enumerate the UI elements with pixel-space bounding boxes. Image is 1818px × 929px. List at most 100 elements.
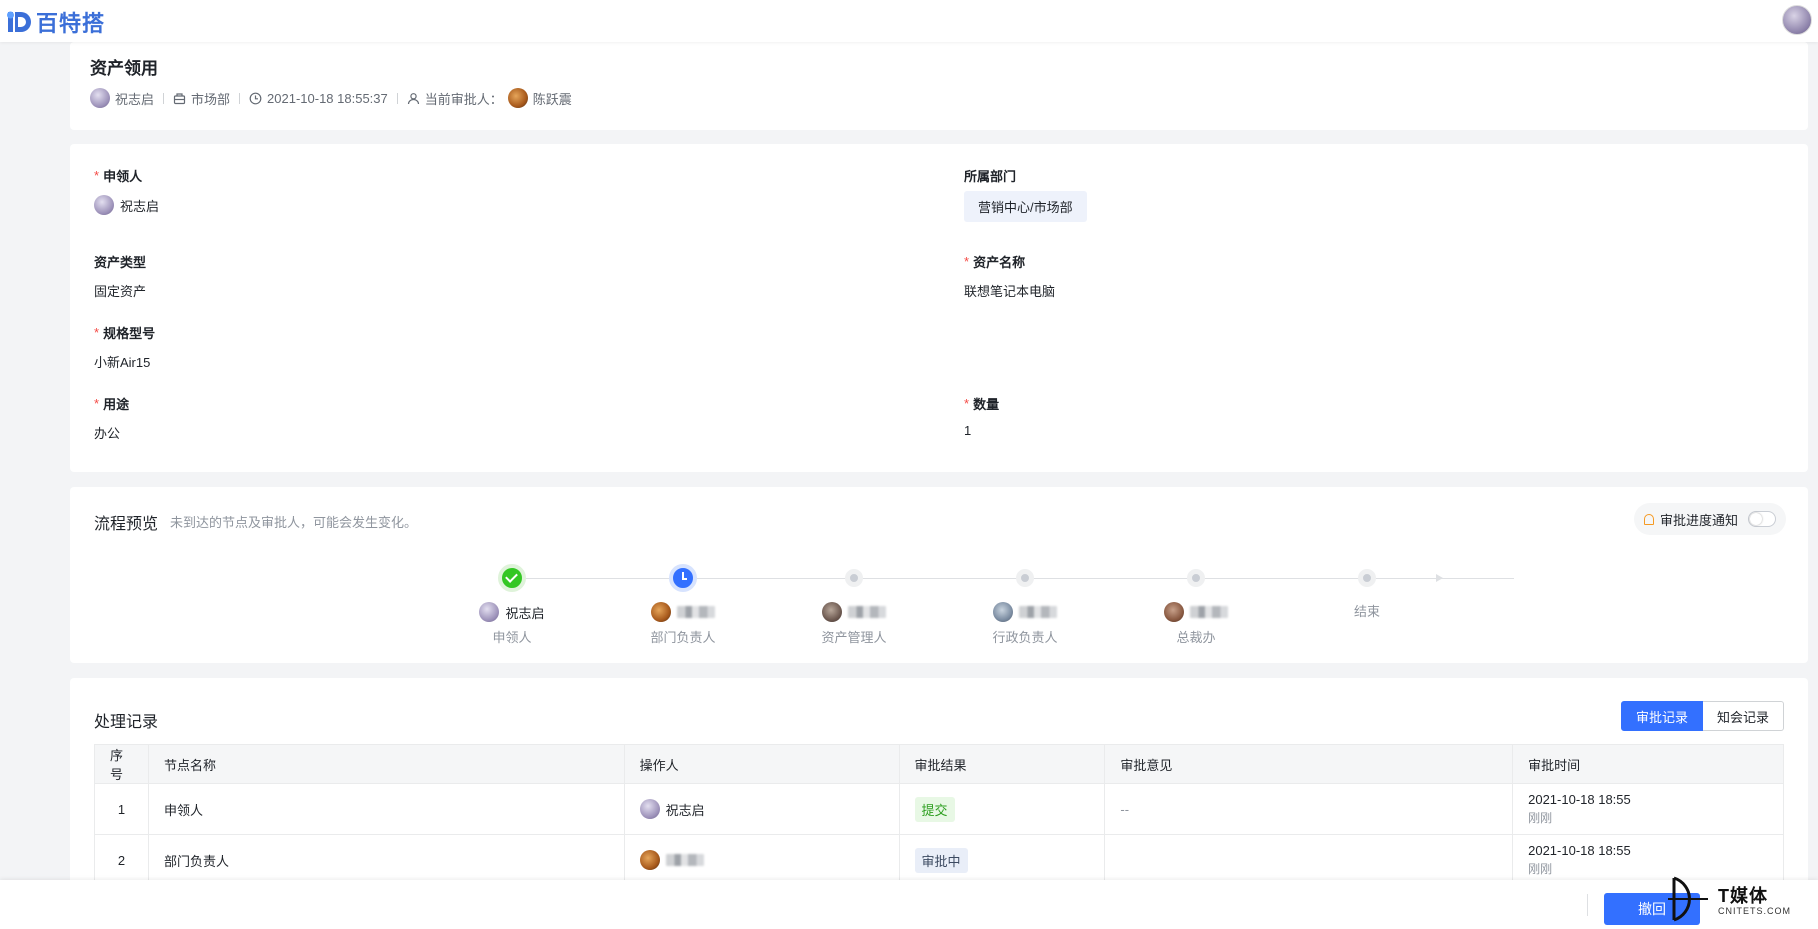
- cell-time-sub: 刚刚: [1528, 811, 1553, 825]
- page-title: 资产领用: [90, 59, 158, 78]
- cell-node: 部门负责人: [147, 834, 625, 886]
- flow-node-status: [1287, 555, 1447, 601]
- records-tabs: 审批记录 知会记录: [1620, 701, 1784, 731]
- flow-node: 资产管理人: [774, 555, 934, 646]
- cell-time-main: 2021-10-18 18:55: [1528, 792, 1631, 807]
- department-tag: 营销中心/市场部: [964, 191, 1087, 222]
- progress-notify-label: 审批进度通知: [1659, 512, 1738, 528]
- notify-toggle[interactable]: [1748, 511, 1776, 527]
- flow-node-avatar: [1164, 602, 1184, 622]
- applicant-avatar: [90, 88, 110, 108]
- user-icon: [407, 92, 419, 104]
- flow-node: 行政负责人: [945, 555, 1105, 646]
- flow-node-status: [774, 555, 934, 601]
- meta-approver-name: 陈跃震: [532, 91, 572, 107]
- meta-applicant: 祝志启: [90, 88, 154, 108]
- field-applicant-label: * 申领人: [94, 166, 159, 185]
- meta-department-name: 市场部: [191, 91, 231, 107]
- flow-node: 祝志启 申领人: [432, 555, 592, 646]
- watermark-logo-icon: [1668, 876, 1708, 922]
- field-department-label-text: 所属部门: [964, 169, 1017, 184]
- field-model: * 规格型号 小新Air15: [94, 323, 155, 371]
- watermark-sub: CNITETS.COM: [1718, 906, 1791, 916]
- operator-user: [639, 850, 884, 870]
- flow-node-role: 部门负责人: [650, 630, 716, 645]
- field-model-label: * 规格型号: [94, 323, 155, 342]
- flow-node-name-redacted: [677, 606, 715, 618]
- records-table: 序号 节点名称 操作人 审批结果 审批意见 审批时间 1 申领人 祝志启 提交 …: [94, 744, 1784, 886]
- divider: [396, 92, 398, 104]
- cell-operator: [623, 834, 900, 886]
- field-usage: * 用途 办公: [94, 394, 129, 442]
- field-quantity-label: * 数量: [964, 394, 999, 413]
- flow-node-role: 行政负责人: [992, 630, 1058, 645]
- required-mark: *: [964, 254, 970, 269]
- flow-node-name-redacted: [848, 606, 886, 618]
- flow-node-user: [774, 601, 934, 623]
- pending-dot-icon: [845, 569, 863, 587]
- bell-icon: [1643, 513, 1654, 525]
- meta-datetime: 2021-10-18 18:55:37: [249, 91, 388, 106]
- top-bar: 百特搭: [0, 0, 1818, 42]
- field-usage-value: 办公: [94, 426, 121, 441]
- field-asset-type-label-text: 资产类型: [94, 255, 147, 270]
- pending-dot-icon: [1187, 569, 1205, 587]
- flow-node-user: 祝志启: [432, 601, 592, 623]
- cell-no: 1: [94, 783, 149, 835]
- pending-dot-icon: [1016, 569, 1034, 587]
- flow-node-role: 申领人: [492, 630, 532, 645]
- request-meta: 祝志启 市场部 2021-10-18 18:55:37 当前审批人： 陈跃震: [90, 88, 572, 108]
- cell-result: 审批中: [898, 834, 1106, 886]
- flow-node-status: [603, 555, 763, 601]
- field-asset-type: 资产类型 固定资产: [94, 252, 146, 300]
- required-mark: *: [94, 396, 100, 411]
- col-header: 操作人: [623, 744, 900, 784]
- watermark: T媒体 CNITETS.COM: [1668, 872, 1814, 928]
- pending-dot-icon: [1358, 569, 1376, 587]
- meta-approver: 当前审批人： 陈跃震: [407, 88, 572, 108]
- col-header: 审批结果: [898, 744, 1106, 784]
- flow-node-end: 结束: [1287, 555, 1447, 623]
- required-mark: *: [94, 325, 100, 340]
- required-mark: *: [964, 396, 970, 411]
- col-header: 序号: [94, 744, 149, 784]
- clock-icon: [249, 92, 262, 104]
- divider: [239, 92, 241, 104]
- flow-node-user: [945, 601, 1105, 623]
- user-avatar[interactable]: [1782, 5, 1812, 35]
- col-header: 审批时间: [1512, 744, 1784, 784]
- operator-avatar: [639, 850, 660, 870]
- required-mark: *: [94, 168, 100, 183]
- cell-result: 提交: [898, 783, 1106, 835]
- table-row: 1 申领人 祝志启 提交 -- 2021-10-18 18:55 刚刚: [94, 783, 1784, 835]
- field-usage-label-text: 用途: [103, 397, 130, 412]
- meta-datetime-text: 2021-10-18 18:55:37: [267, 90, 388, 106]
- field-department-label: 所属部门: [964, 166, 1087, 185]
- flow-node-name-redacted: [1019, 606, 1057, 618]
- applicant-avatar: [94, 195, 114, 215]
- operator-name: 祝志启: [665, 802, 705, 818]
- table-header-row: 序号 节点名称 操作人 审批结果 审批意见 审批时间: [94, 744, 1784, 784]
- flow-node-status: [1116, 555, 1276, 601]
- tab-approval-records[interactable]: 审批记录: [1620, 701, 1703, 731]
- flow-node: 总裁办: [1116, 555, 1276, 646]
- tab-cc-records[interactable]: 知会记录: [1702, 701, 1784, 731]
- field-asset-name: * 资产名称 联想笔记本电脑: [964, 252, 1055, 300]
- field-quantity-value: 1: [964, 423, 972, 438]
- flow-node-user: [1116, 601, 1276, 623]
- watermark-text: T媒体: [1718, 886, 1768, 906]
- meta-department: 市场部: [173, 89, 230, 108]
- logo-icon: [7, 11, 31, 32]
- meta-applicant-name: 祝志启: [115, 91, 155, 107]
- flow-node-avatar: [479, 602, 500, 622]
- meta-approver-label: 当前审批人：: [424, 91, 503, 107]
- progress-notify[interactable]: 审批进度通知: [1633, 503, 1786, 535]
- flow-node-avatar: [822, 602, 842, 622]
- flow-title: 流程预览: [94, 516, 159, 533]
- cell-time-main: 2021-10-18 18:55: [1528, 843, 1631, 858]
- col-header: 审批意见: [1104, 744, 1514, 784]
- app-logo[interactable]: 百特搭: [6, 6, 105, 38]
- divider: [163, 92, 165, 104]
- field-usage-label: * 用途: [94, 394, 129, 413]
- field-quantity-label-text: 数量: [973, 397, 1000, 412]
